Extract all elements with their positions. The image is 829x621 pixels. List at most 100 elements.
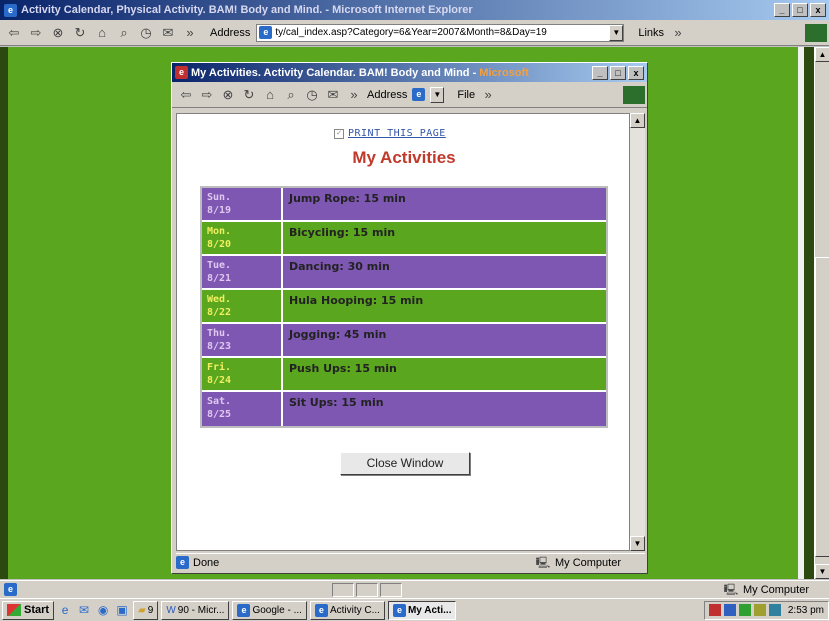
scroll-down-icon[interactable]: ▼ [815, 564, 829, 579]
popup-statusbar: e Done 🖳 My Computer [176, 553, 645, 571]
desktop-quicklaunch-icon[interactable]: ▣ [114, 602, 130, 618]
day-date: 8/23 [207, 341, 232, 352]
home-icon[interactable]: ⌂ [94, 25, 110, 41]
back-icon[interactable]: ⇦ [6, 25, 22, 41]
history-icon[interactable]: ◷ [138, 25, 154, 41]
address-dropdown-icon[interactable]: ▼ [430, 86, 445, 103]
start-button[interactable]: Start [2, 600, 55, 620]
stop-icon[interactable]: ⊗ [50, 25, 66, 41]
day-cell: Mon. 8/20 [202, 222, 283, 254]
taskbar-item-label: 90 - Micr... [177, 604, 225, 616]
tray-app-icon[interactable] [738, 604, 751, 616]
page-border-right [804, 47, 814, 579]
tray-app-icon[interactable] [768, 604, 781, 616]
activity-cell: Jump Rope: 15 min [289, 192, 406, 205]
chevron-more-icon[interactable]: » [346, 87, 362, 103]
popup-window-controls: _ □ x [592, 65, 647, 80]
day-date: 8/24 [207, 375, 232, 386]
address-value: ty/cal_index.asp?Category=6&Year=2007&Mo… [275, 27, 547, 38]
home-icon[interactable]: ⌂ [262, 87, 278, 103]
search-icon[interactable]: ⌕ [283, 87, 299, 103]
close-window-button[interactable]: Close Window [340, 452, 470, 475]
popup-window: e My Activities. Activity Calendar. BAM!… [171, 62, 648, 574]
page-border-left [0, 47, 8, 579]
day-cell: Fri. 8/24 [202, 358, 283, 390]
maximize-icon[interactable]: □ [792, 3, 808, 17]
outer-toolbar: ⇦ ⇨ ⊗ ↻ ⌂ ⌕ ◷ ✉ » Address e ty/cal_index… [0, 20, 829, 46]
popup-scrollbar[interactable]: ▲ ▼ [630, 113, 645, 551]
scroll-up-icon[interactable]: ▲ [630, 113, 645, 128]
outer-statusbar: e 🖳 My Computer [0, 580, 829, 598]
tray-app-icon[interactable] [723, 604, 736, 616]
taskbar-item-my-activities[interactable]: e My Acti... [387, 600, 457, 620]
address-label: Address [210, 26, 251, 39]
mail-icon[interactable]: ✉ [325, 87, 341, 103]
outer-window-controls: _ □ x [774, 3, 829, 17]
history-icon[interactable]: ◷ [304, 87, 320, 103]
status-cell [355, 582, 378, 597]
scroll-down-icon[interactable]: ▼ [630, 536, 645, 551]
close-icon[interactable]: x [628, 65, 644, 80]
outer-scrollbar[interactable]: ▲ ▼ [814, 47, 829, 579]
table-row: Wed. 8/22 Hula Hooping: 15 min [202, 290, 606, 324]
taskbar-item-activity-calendar[interactable]: e Activity C... [309, 600, 385, 620]
taskbar-item-folder[interactable]: ▰ 9 [133, 600, 159, 620]
taskbar-item-word[interactable]: W 90 - Micr... [161, 600, 230, 620]
outer-titlebar: e Activity Calendar, Physical Activity. … [0, 0, 829, 20]
print-link-text[interactable]: PRINT THIS PAGE [348, 128, 446, 139]
forward-icon[interactable]: ⇨ [28, 25, 44, 41]
search-icon[interactable]: ⌕ [116, 25, 132, 41]
maximize-icon[interactable]: □ [610, 65, 626, 80]
media-quicklaunch-icon[interactable]: ◉ [95, 602, 111, 618]
tray-app-icon[interactable] [753, 604, 766, 616]
outlook-quicklaunch-icon[interactable]: ✉ [76, 602, 92, 618]
taskbar-item-label: Activity C... [329, 604, 380, 616]
taskbar-item-label: My Acti... [407, 604, 452, 616]
day-date: 8/19 [207, 205, 232, 216]
address-bar[interactable]: e ty/cal_index.asp?Category=6&Year=2007&… [256, 23, 625, 42]
refresh-icon[interactable]: ↻ [241, 87, 257, 103]
outer-window-title: Activity Calendar, Physical Activity. BA… [21, 4, 473, 16]
scroll-up-icon[interactable]: ▲ [815, 47, 829, 62]
page-icon: e [259, 26, 273, 39]
popup-title: My Activities. Activity Calendar. BAM! B… [191, 67, 589, 79]
ie-quicklaunch-icon[interactable]: e [57, 602, 73, 618]
print-checkbox-icon[interactable]: ✓ [334, 128, 344, 139]
chevron-more-icon[interactable]: » [182, 25, 198, 41]
activity-cell: Jogging: 45 min [289, 328, 387, 341]
outer-zone-label: My Computer [742, 583, 809, 596]
popup-status-text: Done [193, 556, 220, 569]
close-icon[interactable]: x [810, 3, 826, 17]
back-icon[interactable]: ⇦ [178, 87, 194, 103]
ie-icon: e [314, 603, 328, 617]
table-row: Sun. 8/19 Jump Rope: 15 min [202, 188, 606, 222]
print-link[interactable]: ✓ PRINT THIS PAGE [334, 128, 446, 139]
day-name: Sat. [207, 396, 232, 407]
refresh-icon[interactable]: ↻ [72, 25, 88, 41]
popup-toolbar: ⇦ ⇨ ⊗ ↻ ⌂ ⌕ ◷ ✉ » Address e ▼ File » [172, 82, 647, 108]
activities-table: Sun. 8/19 Jump Rope: 15 min Mon. 8/20 Bicycli… [200, 186, 608, 428]
tray-app-icon[interactable] [708, 604, 721, 616]
links-label[interactable]: Links [638, 27, 664, 39]
windows-flag-icon [7, 604, 21, 616]
chevron-more-icon[interactable]: » [480, 87, 496, 103]
minimize-icon[interactable]: _ [592, 65, 608, 80]
status-cell [379, 582, 402, 597]
activity-cell: Bicycling: 15 min [289, 226, 396, 239]
chevron-more-icon[interactable]: » [670, 25, 686, 41]
address-dropdown-icon[interactable]: ▼ [609, 24, 624, 41]
scroll-thumb[interactable] [815, 257, 829, 557]
taskbar-item-google[interactable]: e Google - ... [232, 600, 307, 620]
page-icon[interactable]: e [412, 88, 426, 101]
day-name: Fri. [207, 362, 232, 373]
day-cell: Sun. 8/19 [202, 188, 283, 220]
file-menu[interactable]: File [457, 89, 475, 101]
stop-icon[interactable]: ⊗ [220, 87, 236, 103]
minimize-icon[interactable]: _ [774, 3, 790, 17]
activity-cell: Dancing: 30 min [289, 260, 390, 273]
forward-icon[interactable]: ⇨ [199, 87, 215, 103]
status-cell [331, 582, 354, 597]
clock[interactable]: 2:53 pm [788, 605, 824, 616]
windows-logo-icon [805, 23, 827, 42]
mail-icon[interactable]: ✉ [160, 25, 176, 41]
